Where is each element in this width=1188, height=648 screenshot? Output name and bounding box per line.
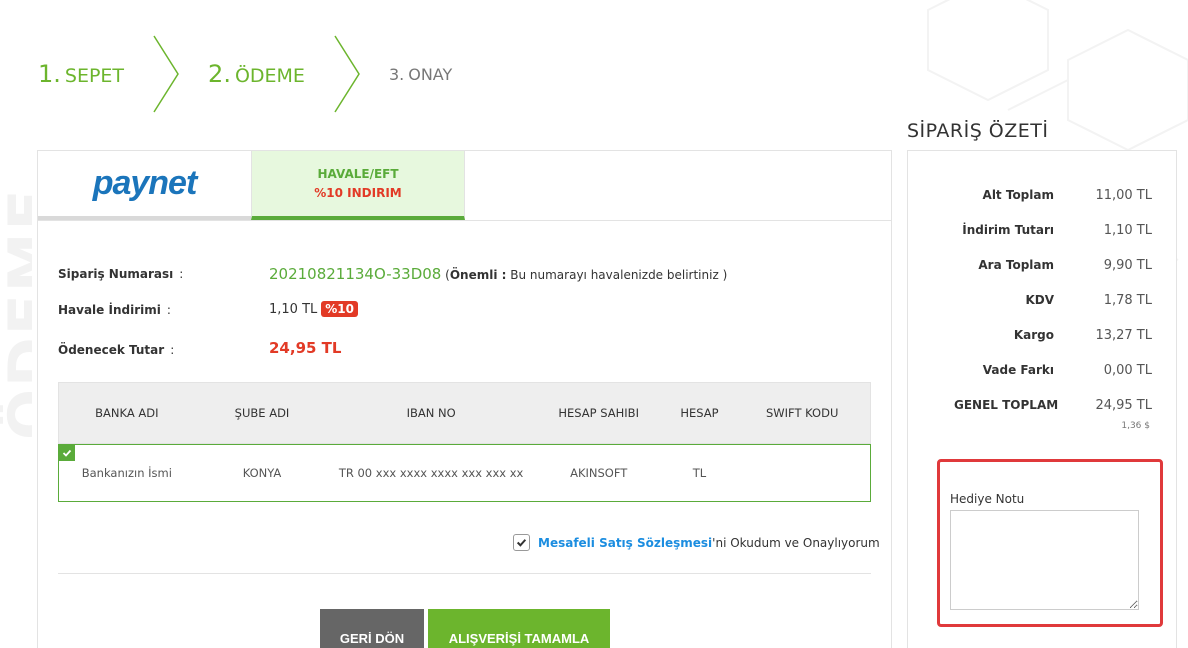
gift-note-label: Hediye Notu xyxy=(950,492,1025,506)
summary-label: Ara Toplam xyxy=(978,258,1054,272)
header-iban: IBAN NO xyxy=(406,406,456,420)
summary-label: GENEL TOPLAM xyxy=(954,398,1059,412)
discount-badge: %10 xyxy=(321,301,358,317)
summary-value: 24,95 TL xyxy=(1095,398,1152,413)
cell-bank-name: Bankanızın İsmi xyxy=(81,466,172,480)
checkout-steps: 1. SEPET 2. ÖDEME 3. ONAY xyxy=(38,34,452,114)
step-confirm[interactable]: 3. ONAY xyxy=(389,65,452,84)
discount-label-text: Havale İndirimi xyxy=(58,303,161,317)
summary-value: 0,00 TL xyxy=(1103,363,1152,378)
order-note-bold: Önemli : xyxy=(449,268,507,282)
summary-value: 11,00 TL xyxy=(1095,188,1152,203)
header-branch-name: ŞUBE ADI xyxy=(234,406,290,420)
tab-havale-discount: %10 INDIRIM xyxy=(314,186,402,200)
total-label-text: Ödenecek Tutar xyxy=(58,343,165,357)
summary-value: 1,10 TL xyxy=(1103,223,1152,238)
paynet-logo: paynet xyxy=(92,164,198,202)
summary-title: SİPARİŞ ÖZETİ xyxy=(907,120,1049,142)
colon: : xyxy=(179,267,184,281)
order-note-open: ( xyxy=(441,268,450,282)
summary-value: 1,78 TL xyxy=(1103,293,1152,308)
summary-label: KDV xyxy=(1025,293,1054,307)
order-number-row: Sipariş Numarası: 20210821134O-33D08 (Ön… xyxy=(58,265,858,303)
discount-row: Havale İndirimi: 1,10 TL %10 xyxy=(58,301,858,339)
summary-label: İndirim Tutarı xyxy=(962,223,1054,237)
agreement-checkbox[interactable] xyxy=(513,534,530,551)
chevron-right-icon xyxy=(334,35,360,113)
tab-havale-title: HAVALE/EFT xyxy=(317,167,399,181)
tab-paynet[interactable]: paynet xyxy=(38,151,251,220)
check-icon xyxy=(59,445,75,461)
summary-value: 9,90 TL xyxy=(1103,258,1152,273)
divider xyxy=(58,573,871,574)
discount-value: 1,10 TL xyxy=(269,302,318,317)
cell-iban: TR 00 xxx xxxx xxxx xxx xxx xx xyxy=(338,466,524,480)
order-summary: Alt Toplam 11,00 TL İndirim Tutarı 1,10 … xyxy=(907,150,1177,648)
cell-account-holder: AKINSOFT xyxy=(570,466,628,480)
gift-note-textarea[interactable] xyxy=(950,510,1139,610)
background-watermark: ÖDEME xyxy=(0,150,32,450)
cell-branch-name: KONYA xyxy=(242,466,282,480)
summary-label: Alt Toplam xyxy=(982,188,1054,202)
header-account: HESAP xyxy=(680,406,719,420)
checkmark-icon xyxy=(516,539,527,547)
order-number-value: 20210821134O-33D08 xyxy=(269,265,442,283)
discount-value-wrap: 1,10 TL %10 xyxy=(269,301,358,317)
bank-table: BANKA ADI ŞUBE ADI IBAN NO HESAP SAHIBI … xyxy=(58,382,871,502)
total-row: Ödenecek Tutar: 24,95 TL xyxy=(58,339,858,375)
step-payment[interactable]: 2. ÖDEME xyxy=(208,60,305,88)
total-label: Ödenecek Tutar: xyxy=(58,343,174,357)
payment-method-tabs: paynet HAVALE/EFT %10 INDIRIM xyxy=(38,151,891,221)
gift-note-highlight: Hediye Notu xyxy=(937,459,1163,627)
cell-account: TL xyxy=(692,466,707,480)
step-confirm-number: 3. xyxy=(388,64,405,84)
order-number-value-wrap: 20210821134O-33D08 (Önemli : Bu numarayı… xyxy=(269,265,727,283)
colon: : xyxy=(166,303,171,317)
header-bank-name: BANKA ADI xyxy=(95,406,159,420)
chevron-right-icon xyxy=(153,35,179,113)
usd-total: 1,36 $ xyxy=(1121,421,1150,431)
discount-label: Havale İndirimi: xyxy=(58,303,171,317)
bank-table-header: BANKA ADI ŞUBE ADI IBAN NO HESAP SAHIBI … xyxy=(58,382,871,444)
tab-havale-eft[interactable]: HAVALE/EFT %10 INDIRIM xyxy=(251,151,465,220)
payment-card: paynet HAVALE/EFT %10 INDIRIM Sipariş Nu… xyxy=(37,150,892,648)
order-number-label: Sipariş Numarası: xyxy=(58,267,183,281)
order-number-label-text: Sipariş Numarası xyxy=(58,267,174,281)
complete-order-button[interactable]: ALIŞVERİŞİ TAMAMLA xyxy=(428,609,610,648)
agreement-text: 'ni Okudum ve Onaylıyorum xyxy=(712,535,880,550)
summary-value: 13,27 TL xyxy=(1095,328,1152,343)
order-info: Sipariş Numarası: 20210821134O-33D08 (Ön… xyxy=(58,265,858,375)
step-confirm-label: ONAY xyxy=(408,64,453,84)
colon: : xyxy=(170,343,175,357)
step-payment-label: ÖDEME xyxy=(234,65,305,87)
back-button[interactable]: GERİ DÖN xyxy=(320,609,424,648)
step-cart-number: 1. xyxy=(38,60,61,88)
total-value: 24,95 TL xyxy=(269,339,342,357)
agreement: Mesafeli Satış Sözleşmesi'ni Okudum ve O… xyxy=(513,534,880,551)
summary-label: Vade Farkı xyxy=(982,363,1054,377)
step-payment-number: 2. xyxy=(208,60,231,88)
step-cart-label: SEPET xyxy=(64,65,125,87)
agreement-link[interactable]: Mesafeli Satış Sözleşmesi xyxy=(538,536,712,550)
summary-label: Kargo xyxy=(1013,328,1054,342)
table-row[interactable]: Bankanızın İsmi KONYA TR 00 xxx xxxx xxx… xyxy=(58,444,871,502)
watermark-text: ÖDEME xyxy=(0,187,32,441)
step-cart[interactable]: 1. SEPET xyxy=(38,60,124,88)
header-account-holder: HESAP SAHIBI xyxy=(558,406,639,420)
header-swift: SWIFT KODU xyxy=(765,406,839,420)
order-note-text: Bu numarayı havalenizde belirtiniz ) xyxy=(506,268,728,282)
